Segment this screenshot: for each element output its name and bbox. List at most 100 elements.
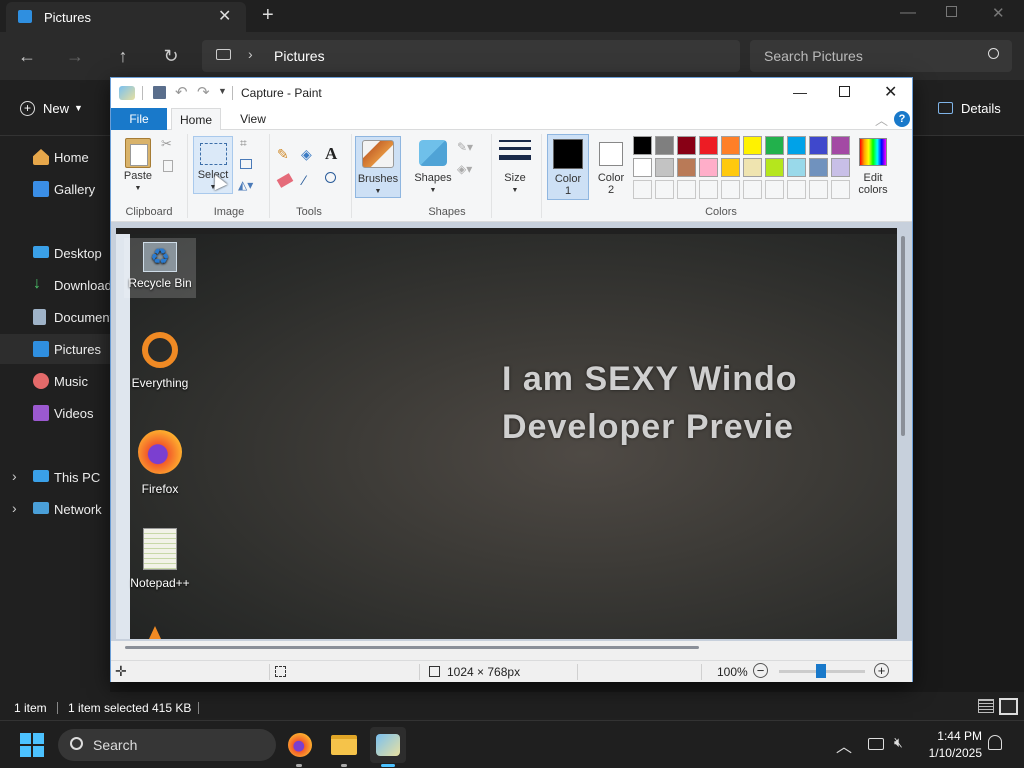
tab-home[interactable]: Home (171, 108, 221, 131)
pencil-icon[interactable]: ✎ (277, 146, 289, 163)
zoom-in-icon[interactable]: + (874, 663, 889, 678)
palette-swatch[interactable] (765, 136, 784, 155)
brushes-button[interactable]: Brushes ▼ (355, 136, 401, 198)
tab-pictures[interactable]: Pictures ✕ (6, 2, 246, 32)
edit-colors-button[interactable]: Edit colors (853, 136, 893, 202)
sidebar-item-videos[interactable]: Videos (0, 398, 110, 428)
magnifier-icon[interactable] (325, 172, 336, 183)
crop-icon[interactable]: ⌗ (240, 136, 247, 151)
desktop-icon-everything[interactable]: Everything (124, 332, 196, 390)
palette-swatch[interactable] (831, 158, 850, 177)
back-icon[interactable]: ← (12, 41, 42, 71)
chevron-right-icon[interactable]: › (248, 46, 253, 62)
sidebar-item-desktop[interactable]: Desktop (0, 238, 110, 268)
up-icon[interactable]: ↑ (108, 41, 138, 71)
notification-bell-icon[interactable] (988, 735, 1002, 750)
custom-color-slot[interactable] (655, 180, 674, 199)
palette-swatch[interactable] (831, 136, 850, 155)
resize-icon[interactable] (240, 159, 252, 169)
palette-swatch[interactable] (633, 158, 652, 177)
new-button[interactable]: + New ▼ (20, 98, 83, 118)
taskbar-firefox[interactable] (282, 727, 318, 763)
redo-icon[interactable]: ↷ (197, 83, 210, 101)
color2-button[interactable]: Color 2 (591, 134, 633, 200)
close-window-icon[interactable]: ✕ (992, 4, 1005, 22)
custom-color-slot[interactable] (699, 180, 718, 199)
taskbar-file-explorer[interactable] (326, 727, 362, 763)
palette-swatch[interactable] (677, 136, 696, 155)
address-field[interactable]: › Pictures (202, 40, 740, 72)
sidebar-item-pictures[interactable]: Pictures (0, 334, 110, 364)
network-status-icon[interactable] (868, 738, 884, 750)
palette-swatch[interactable] (809, 158, 828, 177)
undo-icon[interactable]: ↶ (175, 83, 188, 101)
fill-style-icon[interactable]: ◈▾ (457, 162, 472, 176)
palette-swatch[interactable] (743, 136, 762, 155)
custom-color-slot[interactable] (765, 180, 784, 199)
color1-button[interactable]: Color 1 (547, 134, 589, 200)
vertical-scrollbar[interactable] (901, 236, 905, 436)
search-input[interactable]: Search Pictures (750, 40, 1012, 72)
sidebar-item-this-pc[interactable]: › This PC (0, 462, 110, 492)
details-button[interactable]: Details (938, 98, 1001, 118)
palette-swatch[interactable] (743, 158, 762, 177)
help-icon[interactable]: ? (894, 111, 910, 127)
maximize-icon[interactable] (946, 6, 957, 17)
custom-color-slot[interactable] (809, 180, 828, 199)
close-tab-icon[interactable]: ✕ (218, 6, 231, 26)
sidebar-item-network[interactable]: › Network (0, 494, 110, 524)
palette-swatch[interactable] (787, 158, 806, 177)
sidebar-item-music[interactable]: Music (0, 366, 110, 396)
new-tab-icon[interactable]: + (262, 4, 274, 27)
custom-color-slot[interactable] (787, 180, 806, 199)
palette-swatch[interactable] (655, 136, 674, 155)
palette-swatch[interactable] (809, 136, 828, 155)
sidebar-item-downloads[interactable]: ↓ Download (0, 270, 112, 300)
text-icon[interactable]: A (325, 144, 337, 164)
save-icon[interactable] (153, 86, 166, 99)
rotate-icon[interactable]: ◭▾ (238, 178, 253, 192)
breadcrumb[interactable]: Pictures (274, 48, 325, 64)
forward-icon[interactable]: → (60, 41, 90, 71)
tiles-view-icon[interactable] (999, 698, 1018, 715)
zoom-slider-thumb[interactable] (816, 664, 826, 678)
desktop-icon-firefox[interactable]: Firefox (124, 430, 196, 496)
paste-button[interactable]: Paste ▼ (119, 134, 157, 194)
palette-swatch[interactable] (787, 136, 806, 155)
outline-icon[interactable]: ✎▾ (457, 140, 473, 154)
custom-color-slot[interactable] (633, 180, 652, 199)
size-button[interactable]: Size ▼ (497, 136, 533, 196)
close-icon[interactable]: ✕ (884, 82, 897, 102)
sidebar-item-documents[interactable]: Document (0, 302, 113, 332)
palette-swatch[interactable] (677, 158, 696, 177)
palette-swatch[interactable] (765, 158, 784, 177)
volume-muted-icon[interactable]: 🔇︎ (894, 734, 903, 751)
minimize-icon[interactable]: — (900, 4, 916, 22)
refresh-icon[interactable]: ↻ (156, 41, 186, 71)
sidebar-item-gallery[interactable]: Gallery (0, 174, 110, 204)
palette-swatch[interactable] (699, 136, 718, 155)
color-picker-icon[interactable]: ⁄ (303, 172, 305, 188)
palette-swatch[interactable] (721, 136, 740, 155)
zoom-out-icon[interactable]: − (753, 663, 768, 678)
drawing-canvas[interactable]: ♻ Recycle Bin Everything Firefox Notepad… (116, 228, 897, 639)
copy-icon[interactable] (163, 160, 173, 172)
customize-quick-access-icon[interactable]: ▼ (218, 86, 227, 96)
palette-swatch[interactable] (655, 158, 674, 177)
palette-swatch[interactable] (699, 158, 718, 177)
chevron-right-icon[interactable]: › (12, 500, 17, 516)
maximize-icon[interactable] (839, 86, 850, 97)
cut-icon[interactable]: ✂ (161, 136, 172, 152)
eraser-icon[interactable] (276, 173, 294, 188)
custom-color-slot[interactable] (743, 180, 762, 199)
custom-color-slot[interactable] (831, 180, 850, 199)
fill-icon[interactable]: ◈ (301, 146, 312, 163)
show-hidden-icons-icon[interactable]: ︿ (836, 733, 852, 757)
palette-swatch[interactable] (633, 136, 652, 155)
custom-color-slot[interactable] (677, 180, 696, 199)
desktop-icon-recycle-bin[interactable]: ♻ Recycle Bin (124, 238, 196, 298)
minimize-icon[interactable]: — (793, 84, 807, 100)
clock-date[interactable]: 1/10/2025 (922, 746, 982, 760)
clock-time[interactable]: 1:44 PM (932, 729, 982, 743)
horizontal-scrollbar[interactable] (125, 646, 699, 649)
